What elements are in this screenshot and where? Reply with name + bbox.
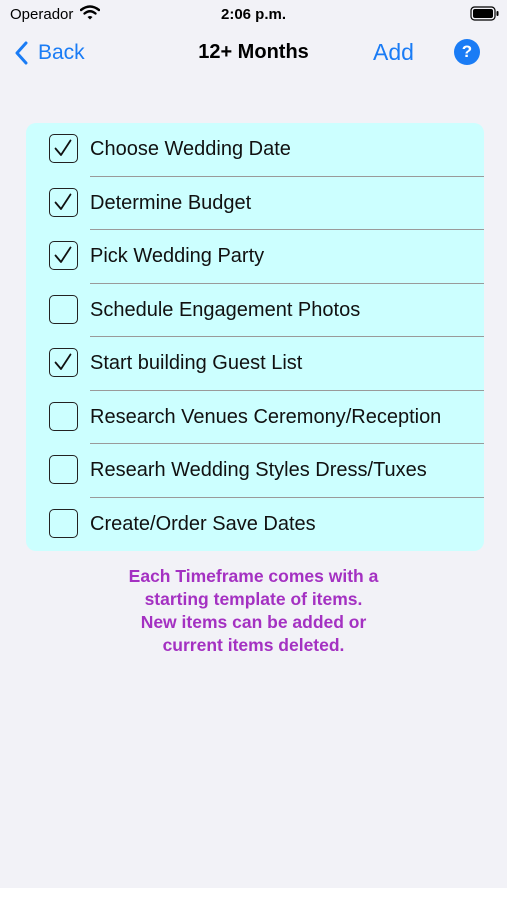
- checklist-item[interactable]: Start building Guest List: [26, 337, 484, 391]
- checklist-item-label: Researh Wedding Styles Dress/Tuxes: [90, 459, 427, 481]
- status-bar: Operador 2:06 p.m.: [0, 0, 507, 30]
- checklist-item-label: Determine Budget: [90, 191, 252, 214]
- checklist-item-label: Pick Wedding Party: [90, 245, 265, 267]
- help-button[interactable]: ?: [454, 39, 480, 65]
- info-note-line: current items deleted.: [162, 635, 345, 655]
- checklist-item-label: Schedule Engagement Photos: [90, 298, 361, 321]
- checklist-item[interactable]: Determine Budget: [26, 177, 484, 230]
- checkbox-unchecked[interactable]: [49, 401, 78, 431]
- checkmark-icon: [54, 246, 72, 263]
- info-note-line: Each Timeframe comes with a: [128, 566, 379, 586]
- back-label: Back: [38, 41, 85, 64]
- checklist-item[interactable]: Choose Wedding Date: [26, 123, 484, 177]
- checkbox-checked[interactable]: [49, 241, 78, 270]
- checklist-item[interactable]: Schedule Engagement Photos: [26, 284, 484, 337]
- info-note-line: New items can be added or: [140, 612, 367, 632]
- navigation-bar: Back 12+ Months Add ?: [0, 30, 507, 76]
- question-mark-icon: ?: [461, 42, 473, 61]
- info-note: Each Timeframe comes with a starting temp…: [0, 565, 507, 657]
- checkbox-checked[interactable]: [49, 134, 78, 163]
- checklist-item[interactable]: Research Venues Ceremony/Reception: [26, 391, 484, 444]
- info-note-line: starting template of items.: [144, 589, 363, 609]
- add-button[interactable]: Add: [373, 39, 414, 66]
- checklist-item-label: Create/Order Save Dates: [90, 512, 316, 535]
- checklist-item[interactable]: Pick Wedding Party: [26, 230, 484, 284]
- checkmark-icon: [54, 193, 72, 210]
- battery-icon: [470, 6, 500, 26]
- checkbox-unchecked[interactable]: [49, 294, 78, 324]
- checkbox-unchecked[interactable]: [49, 508, 78, 538]
- checklist-item-label: Research Venues Ceremony/Reception: [90, 405, 442, 428]
- checkmark-icon: [54, 139, 72, 156]
- checkmark-icon: [54, 353, 72, 370]
- app-screen: Operador 2:06 p.m. Back 12+ Months Add ?…: [0, 0, 507, 888]
- back-button[interactable]: Back: [14, 38, 85, 68]
- status-time: 2:06 p.m.: [220, 6, 287, 23]
- checklist: Choose Wedding Date Determine Budget Pick …: [26, 123, 484, 551]
- checkbox-checked[interactable]: [49, 348, 78, 377]
- checklist-item[interactable]: Researh Wedding Styles Dress/Tuxes: [26, 444, 484, 498]
- checkbox-checked[interactable]: [49, 187, 78, 217]
- checklist-item[interactable]: Create/Order Save Dates: [26, 498, 484, 552]
- checklist-item-label: Choose Wedding Date: [90, 138, 291, 160]
- checkbox-unchecked[interactable]: [49, 455, 78, 484]
- checklist-item-label: Start building Guest List: [90, 352, 303, 374]
- chevron-left-icon: [15, 41, 28, 65]
